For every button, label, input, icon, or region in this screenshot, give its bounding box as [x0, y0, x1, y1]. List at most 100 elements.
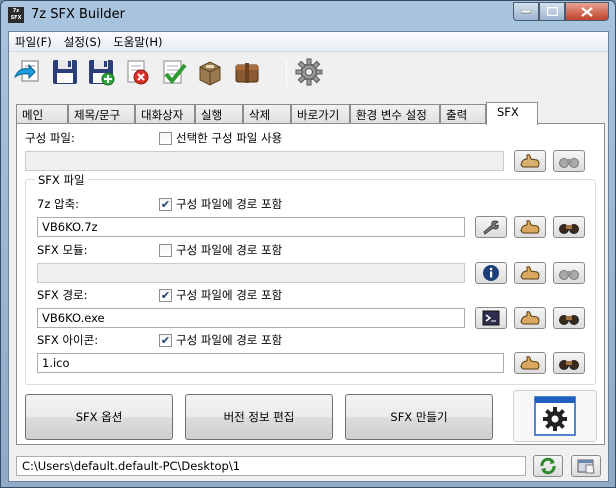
binoculars-icon [559, 315, 579, 325]
module-input[interactable] [37, 263, 465, 283]
sfx-path-browse-button[interactable] [514, 307, 546, 329]
refresh-button[interactable] [533, 455, 563, 477]
menu-file[interactable]: 파일(F) [9, 34, 58, 50]
close-button[interactable] [565, 2, 609, 21]
use-config-checkbox-label: 선택한 구성 파일 사용 [176, 131, 283, 145]
icon-path-checkbox-label: 구성 파일에 경로 포함 [176, 333, 283, 347]
tab-strip: 메인 제목/문구 대화상자 실행 삭제 바로가기 환경 변수 설정 출력 SFX [16, 102, 606, 125]
module-browse-button[interactable] [514, 262, 546, 284]
floppy-disk-add-icon [89, 60, 115, 86]
toolbar-settings-button[interactable] [293, 56, 325, 88]
hand-browse-icon [520, 356, 540, 370]
binoculars-icon [559, 360, 579, 370]
minimize-icon [521, 9, 531, 13]
tab-env-vars[interactable]: 환경 변수 설정 [350, 104, 440, 124]
sfx-path-view-button[interactable] [553, 307, 585, 329]
archive-tool-button[interactable] [475, 216, 507, 238]
module-label: SFX 모듈: [37, 243, 88, 257]
archive-input[interactable]: VB6KO.7z [37, 217, 465, 237]
toolbar [9, 53, 608, 91]
app-window: 7zSFX 7z SFX Builder 파일(F) 설정(S) 도움말(H) [0, 0, 616, 488]
window-title: 7z SFX Builder [31, 7, 125, 22]
open-file-icon [13, 60, 39, 82]
delete-document-icon [127, 60, 149, 85]
module-path-checkbox[interactable]: 구성 파일에 경로 포함 [159, 242, 282, 258]
sfx-path-checkbox-label: 구성 파일에 경로 포함 [176, 288, 283, 302]
toolbar-archive-button[interactable] [194, 56, 226, 88]
toolbar-check-button[interactable] [157, 56, 189, 88]
hand-browse-icon [520, 154, 540, 168]
open-folder-button[interactable] [571, 455, 601, 477]
module-info-button[interactable] [475, 262, 507, 284]
icon-view-button[interactable] [553, 352, 585, 374]
binoculars-icon [559, 224, 579, 234]
toolbar-save-button[interactable] [49, 56, 81, 88]
app-icon: 7z SFX [8, 7, 24, 23]
console-icon [482, 310, 500, 326]
tab-shortcut[interactable]: 바로가기 [291, 104, 350, 124]
binoculars-icon [559, 270, 579, 280]
menu-bar: 파일(F) 설정(S) 도움말(H) [9, 32, 608, 52]
icon-path-checkbox[interactable]: ✔ 구성 파일에 경로 포함 [159, 332, 282, 348]
toolbar-save-as-button[interactable] [85, 56, 117, 88]
tab-delete[interactable]: 삭제 [243, 104, 291, 124]
floppy-disk-icon [53, 60, 77, 84]
toolbar-delete-button[interactable] [121, 56, 153, 88]
toolbar-separator [286, 60, 287, 86]
client-area: 파일(F) 설정(S) 도움말(H) 메인 제목/문구 대화상자 실행 삭제 바… [8, 31, 609, 482]
menu-help[interactable]: 도움말(H) [107, 34, 168, 50]
tab-output[interactable]: 출력 [440, 104, 486, 124]
tab-main[interactable]: 메인 [16, 104, 68, 124]
current-path-field[interactable]: C:\Users\default.default-PC\Desktop\1 [16, 456, 526, 476]
icon-path-checkbox-box[interactable]: ✔ [159, 333, 172, 347]
archive-view-button[interactable] [553, 216, 585, 238]
config-file-input[interactable] [25, 151, 504, 171]
archive-browse-button[interactable] [514, 216, 546, 238]
config-file-label: 구성 파일: [25, 131, 75, 145]
tab-run[interactable]: 실행 [195, 104, 243, 124]
package-icon [235, 63, 259, 83]
module-path-checkbox-box[interactable] [159, 243, 172, 257]
tab-title-text[interactable]: 제목/문구 [68, 104, 135, 124]
make-sfx-button[interactable]: SFX 만들기 [345, 394, 493, 440]
version-edit-button[interactable]: 버전 정보 편집 [185, 394, 333, 440]
sfx-settings-panel-button[interactable] [513, 390, 597, 442]
module-view-button[interactable] [553, 262, 585, 284]
close-icon [581, 6, 593, 17]
tab-sfx[interactable]: SFX [486, 102, 538, 125]
sfx-path-checkbox[interactable]: ✔ 구성 파일에 경로 포함 [159, 287, 282, 303]
config-browse-button[interactable] [514, 150, 546, 172]
sfx-file-group-title: SFX 파일 [35, 172, 88, 188]
title-bar[interactable]: 7z SFX 7z SFX Builder [1, 1, 615, 31]
maximize-button[interactable] [539, 2, 565, 21]
use-config-checkbox-box[interactable] [159, 131, 172, 145]
maximize-icon [546, 7, 558, 16]
sfx-path-input[interactable]: VB6KO.exe [37, 308, 465, 328]
gear-icon [295, 58, 323, 86]
config-view-button[interactable] [553, 150, 585, 172]
check-document-icon [163, 60, 187, 85]
icon-browse-button[interactable] [514, 352, 546, 374]
archive-path-checkbox[interactable]: ✔ 구성 파일에 경로 포함 [159, 196, 282, 212]
hand-browse-icon [520, 266, 540, 280]
sfx-path-console-button[interactable] [475, 307, 507, 329]
hand-browse-icon [520, 220, 540, 234]
tab-dialog[interactable]: 대화상자 [135, 104, 195, 124]
icon-input[interactable]: 1.ico [37, 353, 504, 373]
menu-settings[interactable]: 설정(S) [58, 34, 107, 50]
wrench-icon [483, 220, 499, 235]
toolbar-open-button[interactable] [12, 56, 44, 88]
sfx-path-checkbox-box[interactable]: ✔ [159, 288, 172, 302]
archive-box-icon [199, 61, 221, 86]
sfx-tab-panel: 구성 파일: 선택한 구성 파일 사용 SFX 파일 7z 압축: ✔ 구성 파… [16, 123, 605, 445]
toolbar-package-button[interactable] [231, 56, 263, 88]
use-config-checkbox[interactable]: 선택한 구성 파일 사용 [159, 130, 282, 146]
archive-path-checkbox-label: 구성 파일에 경로 포함 [176, 197, 283, 211]
binoculars-icon [559, 158, 579, 168]
module-path-checkbox-label: 구성 파일에 경로 포함 [176, 243, 283, 257]
window-gear-icon [534, 396, 576, 436]
minimize-button[interactable] [513, 2, 539, 21]
refresh-icon [540, 457, 556, 475]
archive-path-checkbox-box[interactable]: ✔ [159, 197, 172, 211]
sfx-options-button[interactable]: SFX 옵션 [25, 394, 173, 440]
